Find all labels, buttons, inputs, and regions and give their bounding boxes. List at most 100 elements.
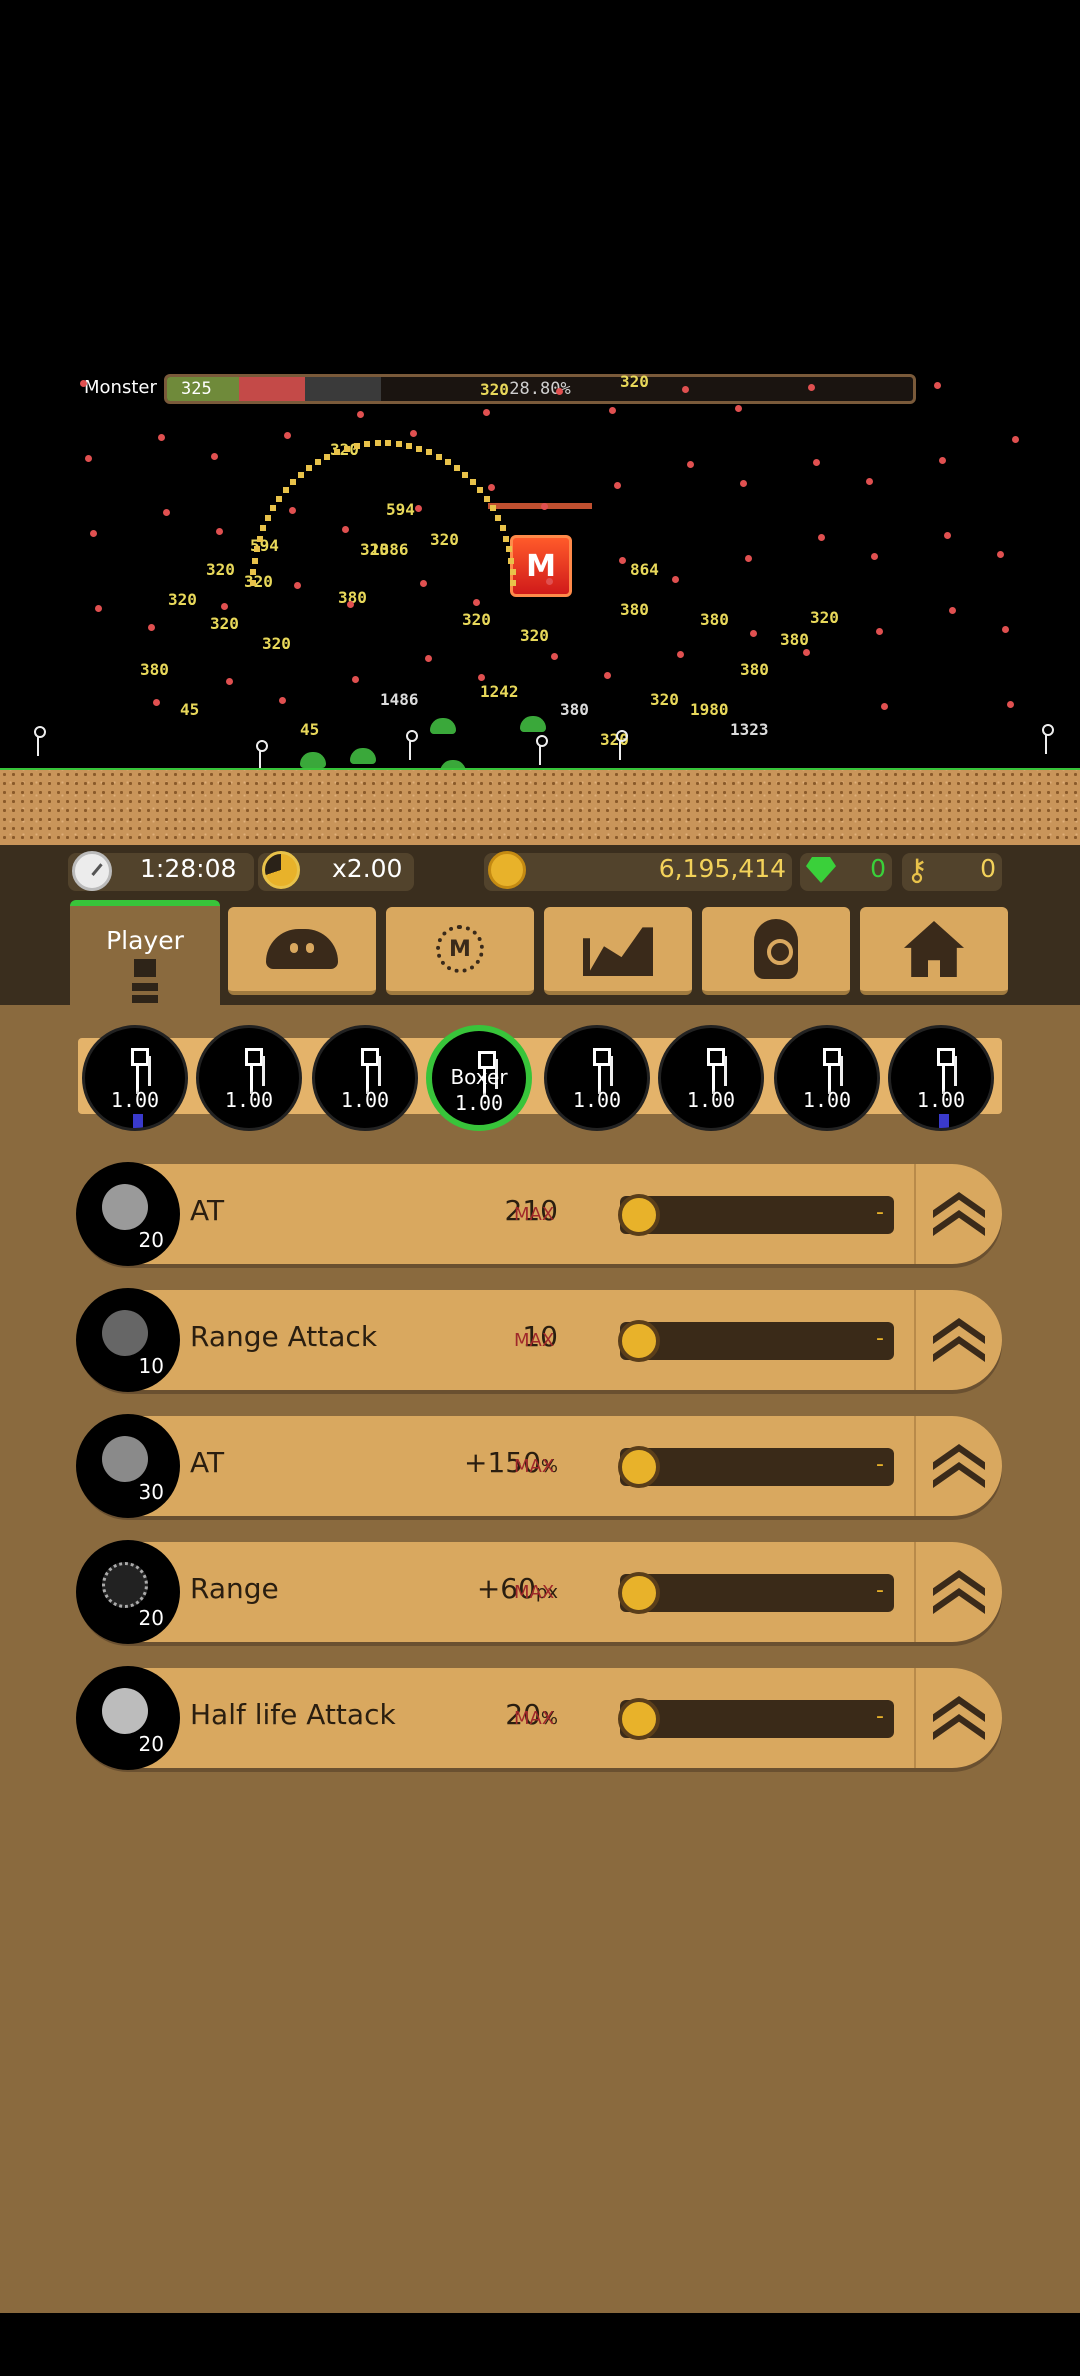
upgrade-cost: - [620, 1700, 894, 1738]
max-badge: MAX [514, 1708, 554, 1729]
boss-hp-bar [488, 503, 592, 509]
upgrade-label: Range [190, 1572, 279, 1605]
upgrade-cost: - [620, 1322, 894, 1360]
max-badge: MAX [514, 1204, 554, 1225]
gold-coin-icon [618, 1194, 660, 1236]
max-badge: MAX [514, 1330, 554, 1351]
double-chevron-up-icon [933, 1570, 985, 1614]
monster-m-icon: M [436, 925, 484, 973]
skill-glyph [102, 1184, 148, 1230]
upgrade-row: 20 AT 210 MAX - [78, 1164, 1002, 1264]
unit-level: 1.00 [432, 1091, 526, 1115]
gem-count: 0 [850, 854, 886, 883]
shockwave-icon: 10 [76, 1288, 180, 1392]
unit-mana-bar [939, 1114, 949, 1128]
cost-text: - [876, 1200, 884, 1225]
tab-monsters[interactable] [228, 907, 376, 995]
max-badge: MAX [514, 1456, 554, 1477]
range-circle-icon: 20 [76, 1540, 180, 1644]
unit-level: 1.00 [315, 1088, 415, 1112]
unit-name: Boxer [432, 1065, 526, 1089]
speed-icon [262, 851, 300, 889]
unit-slot[interactable]: 1.00 [82, 1025, 188, 1131]
upgrade-button[interactable] [914, 1542, 1002, 1642]
unit-slot[interactable]: 1.00 [312, 1025, 418, 1131]
knuckles-icon: 30 [76, 1414, 180, 1518]
skill-glyph [102, 1688, 148, 1734]
skill-level: 20 [139, 1606, 164, 1630]
key-count: 0 [950, 854, 996, 883]
skill-level: 10 [139, 1354, 164, 1378]
gold-text: 6,195,414 [540, 854, 786, 883]
upgrade-cost: - [620, 1448, 894, 1486]
tab-bar: Player M [0, 900, 1080, 1005]
monster-progress-text: 28.80% [167, 379, 913, 399]
upgrade-row: 30 AT +150% MAX - [78, 1416, 1002, 1516]
fist-icon: 20 [76, 1162, 180, 1266]
gold-coin-icon [618, 1572, 660, 1614]
gold-coin-icon [618, 1320, 660, 1362]
key-icon: ⚷ [906, 854, 940, 888]
double-chevron-up-icon [933, 1318, 985, 1362]
skill-level: 30 [139, 1480, 164, 1504]
unit-slot-boxer[interactable]: Boxer 1.00 [426, 1025, 532, 1131]
skill-glyph [102, 1436, 148, 1482]
unit-slot[interactable]: 1.00 [196, 1025, 302, 1131]
skill-glyph [102, 1562, 148, 1608]
upgrade-button[interactable] [914, 1290, 1002, 1390]
system-nav-bar [0, 2313, 1080, 2376]
upgrade-label: Range Attack [190, 1320, 377, 1353]
upgrade-label: AT [190, 1446, 224, 1479]
boss-monster-icon: M [510, 535, 572, 597]
unit-mana-bar [133, 1114, 143, 1128]
tab-home[interactable] [860, 907, 1008, 995]
tab-mission[interactable]: M [386, 907, 534, 995]
home-icon [904, 921, 964, 977]
battle-scene[interactable]: Monster 325 28.80% M 380 320 320 320 320 320 3… [0, 0, 1080, 845]
tab-player-label: Player [106, 926, 184, 955]
skill-level: 20 [139, 1732, 164, 1756]
monster-progress-bar: 325 28.80% [164, 374, 916, 404]
double-chevron-up-icon [933, 1444, 985, 1488]
upgrade-row: 10 Range Attack 10 MAX - [78, 1290, 1002, 1390]
gold-coin-icon [618, 1446, 660, 1488]
unit-slot[interactable]: 1.00 [888, 1025, 994, 1131]
upgrade-label: Half life Attack [190, 1698, 396, 1731]
double-chevron-up-icon [933, 1192, 985, 1236]
unit-level: 1.00 [661, 1088, 761, 1112]
skill-glyph [102, 1310, 148, 1356]
unit-level: 1.00 [85, 1088, 185, 1112]
upgrade-button[interactable] [914, 1416, 1002, 1516]
upgrade-cost: - [620, 1196, 894, 1234]
speed-text: x2.00 [332, 854, 402, 883]
slime-icon [266, 929, 338, 969]
broken-heart-icon: 20 [76, 1666, 180, 1770]
max-badge: MAX [514, 1582, 554, 1603]
chart-icon [583, 922, 653, 976]
upgrade-button[interactable] [914, 1164, 1002, 1264]
tab-stats[interactable] [544, 907, 692, 995]
upgrade-label: AT [190, 1194, 224, 1227]
timer-text: 1:28:08 [140, 854, 236, 883]
unit-slot[interactable]: 1.00 [544, 1025, 650, 1131]
cost-text: - [876, 1704, 884, 1729]
tab-achievements[interactable] [702, 907, 850, 995]
upgrade-cost: - [620, 1574, 894, 1612]
upgrade-button[interactable] [914, 1668, 1002, 1768]
double-chevron-up-icon [933, 1696, 985, 1740]
monster-label: Monster [84, 377, 157, 398]
gold-coin-icon [488, 851, 526, 889]
upgrade-row: 20 Range +60px MAX - [78, 1542, 1002, 1642]
unit-level: 1.00 [891, 1088, 991, 1112]
gold-coin-icon [618, 1698, 660, 1740]
player-icon [132, 959, 158, 1003]
cost-text: - [876, 1326, 884, 1351]
unit-level: 1.00 [199, 1088, 299, 1112]
skill-level: 20 [139, 1228, 164, 1252]
unit-slot[interactable]: 1.00 [774, 1025, 880, 1131]
cost-text: - [876, 1452, 884, 1477]
unit-level: 1.00 [777, 1088, 877, 1112]
unit-slot[interactable]: 1.00 [658, 1025, 764, 1131]
tab-player[interactable]: Player [70, 900, 220, 1005]
unit-level: 1.00 [547, 1088, 647, 1112]
